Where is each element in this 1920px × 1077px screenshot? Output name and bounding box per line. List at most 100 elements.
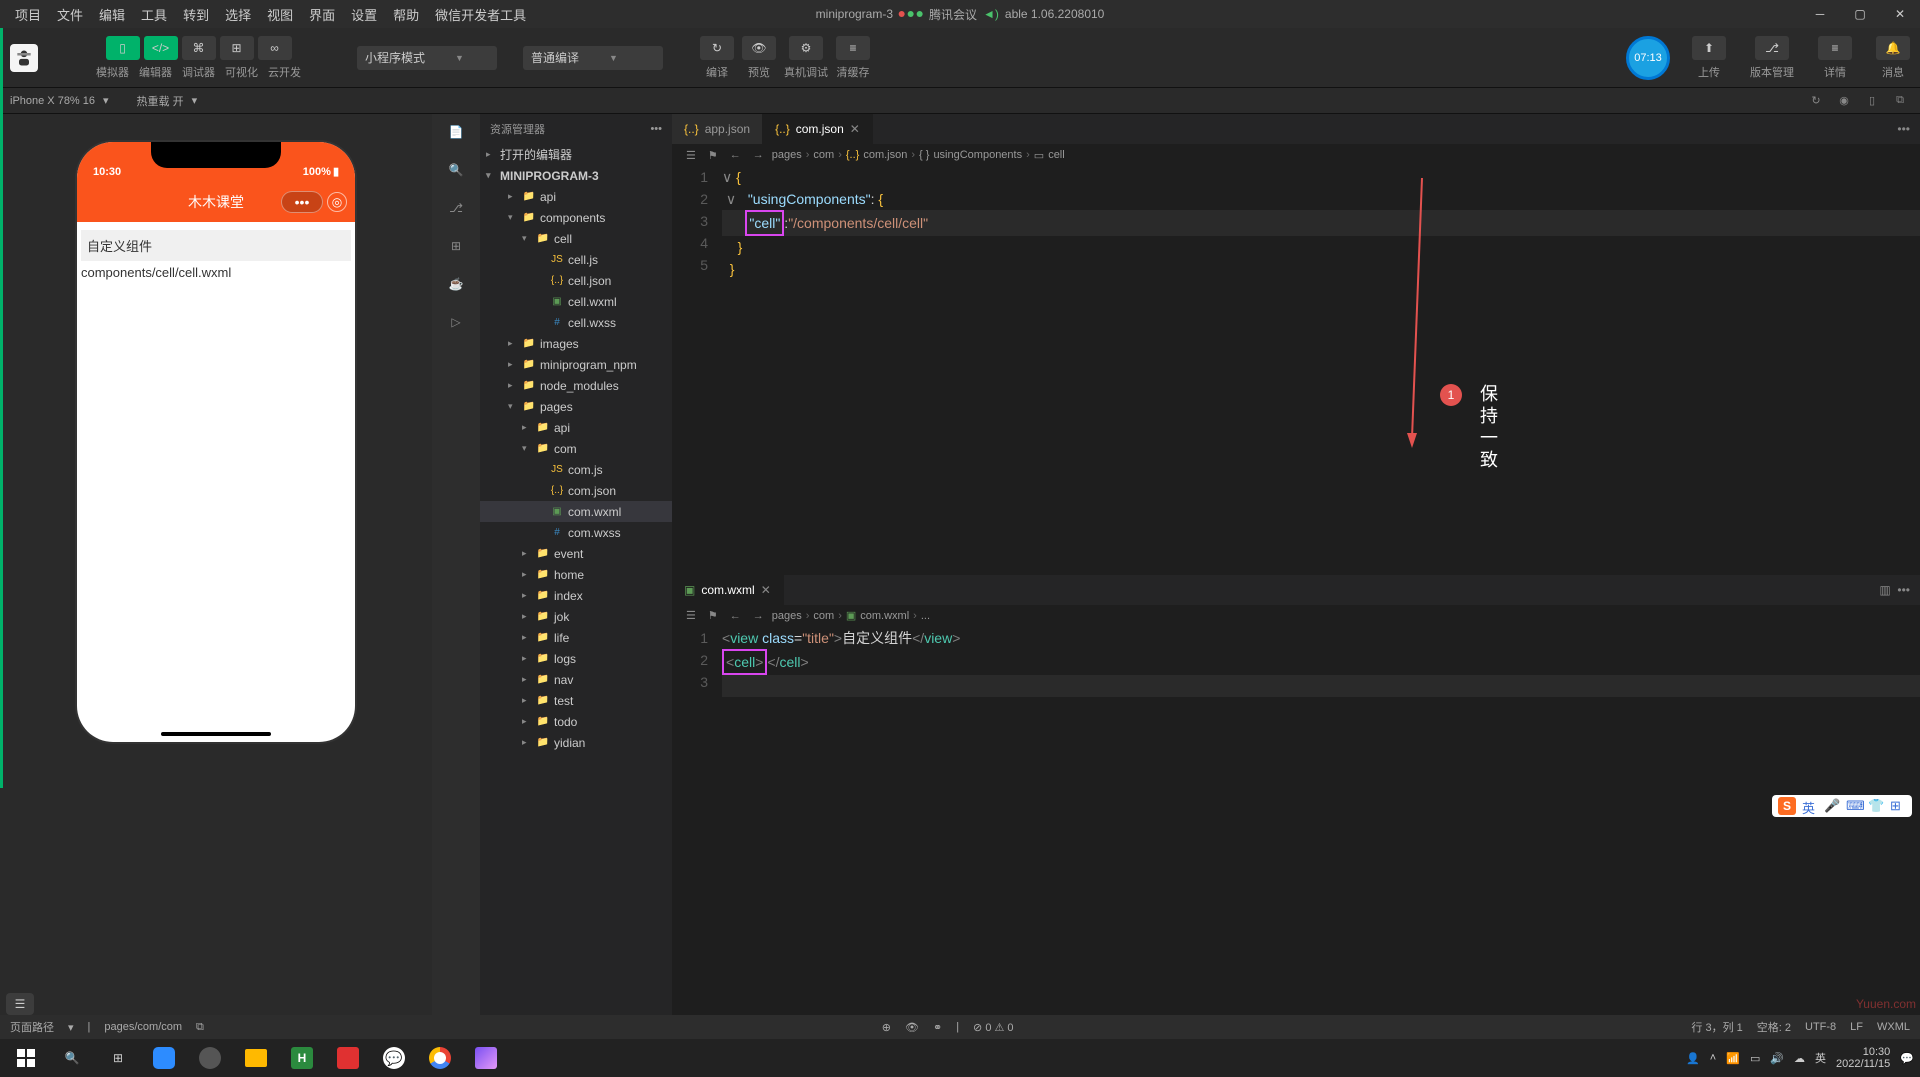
- copy-icon[interactable]: ⧉: [196, 1021, 204, 1034]
- app-xmind[interactable]: [326, 1041, 370, 1075]
- back-icon[interactable]: ←: [730, 610, 741, 622]
- close-icon[interactable]: ✕: [850, 122, 860, 136]
- tree-item-components[interactable]: ▾📁components: [480, 207, 672, 228]
- language-mode[interactable]: WXML: [1877, 1021, 1910, 1033]
- search-icon[interactable]: 🔍: [444, 158, 468, 182]
- tree-item-pages[interactable]: ▾📁pages: [480, 396, 672, 417]
- app-zoom[interactable]: [142, 1041, 186, 1075]
- editor2-more-icon[interactable]: •••: [1897, 583, 1910, 597]
- menu-view[interactable]: 视图: [260, 3, 300, 26]
- tray-up-icon[interactable]: ˄: [1710, 1052, 1716, 1064]
- tab-app-json[interactable]: {..}app.json: [672, 114, 763, 144]
- editor1-code[interactable]: 1 2 3 4 5 ∨ { ∨ "usingComponents": { "ce…: [672, 166, 1920, 555]
- tree-open-editors[interactable]: ▸打开的编辑器: [480, 144, 672, 165]
- menu-project[interactable]: 项目: [8, 3, 48, 26]
- tree-root[interactable]: ▾MINIPROGRAM-3: [480, 165, 672, 186]
- tree-item-cell.js[interactable]: JScell.js: [480, 249, 672, 270]
- list-icon[interactable]: ☰: [686, 609, 696, 622]
- debugger-button[interactable]: ⌘: [182, 36, 216, 60]
- extensions-icon[interactable]: ⊞: [444, 234, 468, 258]
- tree-item-jok[interactable]: ▸📁jok: [480, 606, 672, 627]
- tree-item-test[interactable]: ▸📁test: [480, 690, 672, 711]
- ime-toolbar[interactable]: S 英 🎤 ⌨ 👕 ⊞: [1772, 795, 1912, 817]
- menu-tools[interactable]: 工具: [134, 3, 174, 26]
- list-icon[interactable]: ☰: [686, 149, 696, 162]
- tree-item-images[interactable]: ▸📁images: [480, 333, 672, 354]
- bookmark-icon[interactable]: ⚑: [708, 609, 718, 622]
- detach-icon[interactable]: ⧉: [1890, 91, 1910, 111]
- phone-icon[interactable]: ▯: [1862, 91, 1882, 111]
- editor-button[interactable]: </>: [144, 36, 178, 60]
- app-explorer[interactable]: [234, 1041, 278, 1075]
- tree-item-miniprogram_npm[interactable]: ▸📁miniprogram_npm: [480, 354, 672, 375]
- version-button[interactable]: ⎇: [1755, 36, 1789, 60]
- cursor-position[interactable]: 行 3，列 1: [1691, 1019, 1742, 1035]
- window-maximize[interactable]: ▢: [1840, 0, 1880, 28]
- menu-goto[interactable]: 转到: [176, 3, 216, 26]
- ime-keyboard-icon[interactable]: ⌨: [1846, 798, 1862, 814]
- tree-item-cell.json[interactable]: {..}cell.json: [480, 270, 672, 291]
- mode-dropdown[interactable]: 小程序模式▼: [357, 46, 497, 70]
- tray-volume-icon[interactable]: 🔊: [1770, 1052, 1784, 1065]
- tree-item-com[interactable]: ▾📁com: [480, 438, 672, 459]
- menu-select[interactable]: 选择: [218, 3, 258, 26]
- compile-dropdown[interactable]: 普通编译▼: [523, 46, 663, 70]
- tree-item-com.json[interactable]: {..}com.json: [480, 480, 672, 501]
- tab-com-wxml[interactable]: ▣com.wxml✕: [672, 575, 784, 605]
- details-button[interactable]: ≡: [1818, 36, 1852, 60]
- task-view[interactable]: ⊞: [96, 1041, 140, 1075]
- back-icon[interactable]: ←: [730, 149, 741, 161]
- collapse-button[interactable]: ☰: [6, 993, 34, 1015]
- refresh-icon[interactable]: ↻: [1806, 91, 1826, 111]
- forward-icon[interactable]: →: [753, 149, 764, 161]
- window-minimize[interactable]: ─: [1800, 0, 1840, 28]
- tree-item-nav[interactable]: ▸📁nav: [480, 669, 672, 690]
- taskbar-clock[interactable]: 10:30 2022/11/15: [1836, 1046, 1890, 1070]
- bookmark-icon[interactable]: ⚑: [708, 149, 718, 162]
- eye-icon[interactable]: 👁: [905, 1021, 919, 1034]
- tray-cloud-icon[interactable]: ☁: [1794, 1052, 1805, 1065]
- remote-debug-button[interactable]: ⚙: [789, 36, 823, 60]
- tree-item-cell.wxml[interactable]: ▣cell.wxml: [480, 291, 672, 312]
- tree-item-com.wxss[interactable]: #com.wxss: [480, 522, 672, 543]
- git-icon[interactable]: ⎇: [444, 196, 468, 220]
- device-selector[interactable]: iPhone X 78% 16: [10, 95, 95, 107]
- tree-item-life[interactable]: ▸📁life: [480, 627, 672, 648]
- simulator-button[interactable]: ▯: [106, 36, 140, 60]
- menu-interface[interactable]: 界面: [302, 3, 342, 26]
- cloud-button[interactable]: ∞: [258, 36, 292, 60]
- indent-setting[interactable]: 空格: 2: [1757, 1019, 1791, 1035]
- menu-file[interactable]: 文件: [50, 3, 90, 26]
- link-icon[interactable]: ⚭: [933, 1021, 942, 1034]
- tray-people-icon[interactable]: 👤: [1686, 1052, 1700, 1065]
- editor1-more-icon[interactable]: •••: [1887, 122, 1920, 136]
- tree-item-event[interactable]: ▸📁event: [480, 543, 672, 564]
- menu-settings[interactable]: 设置: [344, 3, 384, 26]
- app-unknown[interactable]: [464, 1041, 508, 1075]
- menu-edit[interactable]: 编辑: [92, 3, 132, 26]
- editor2-code[interactable]: 1 2 3 <view class="title">自定义组件</view> <…: [672, 627, 1920, 1016]
- visual-button[interactable]: ⊞: [220, 36, 254, 60]
- ime-grid-icon[interactable]: ⊞: [1890, 798, 1906, 814]
- split-icon[interactable]: ▥: [1879, 583, 1890, 597]
- ime-mic-icon[interactable]: 🎤: [1824, 798, 1840, 814]
- app-avatar[interactable]: [188, 1041, 232, 1075]
- tray-battery-icon[interactable]: ▭: [1750, 1052, 1760, 1065]
- upload-button[interactable]: ⬆: [1692, 36, 1726, 60]
- tree-item-api[interactable]: ▸📁api: [480, 417, 672, 438]
- tree-item-api[interactable]: ▸📁api: [480, 186, 672, 207]
- ime-shirt-icon[interactable]: 👕: [1868, 798, 1884, 814]
- tree-item-cell[interactable]: ▾📁cell: [480, 228, 672, 249]
- debug-icon[interactable]: ☕: [444, 272, 468, 296]
- tray-wifi-icon[interactable]: 📶: [1726, 1052, 1740, 1065]
- hot-reload-toggle[interactable]: 热重载 开: [137, 93, 184, 109]
- tree-item-com.js[interactable]: JScom.js: [480, 459, 672, 480]
- tab-com-json[interactable]: {..}com.json✕: [763, 114, 873, 144]
- page-path-label[interactable]: 页面路径: [10, 1019, 54, 1035]
- close-icon[interactable]: ✕: [761, 583, 771, 597]
- tree-item-yidian[interactable]: ▸📁yidian: [480, 732, 672, 753]
- clear-cache-button[interactable]: ≡: [836, 36, 870, 60]
- tree-item-index[interactable]: ▸📁index: [480, 585, 672, 606]
- problems-count[interactable]: ⊘ 0 ⚠ 0: [973, 1021, 1013, 1034]
- start-button[interactable]: [4, 1041, 48, 1075]
